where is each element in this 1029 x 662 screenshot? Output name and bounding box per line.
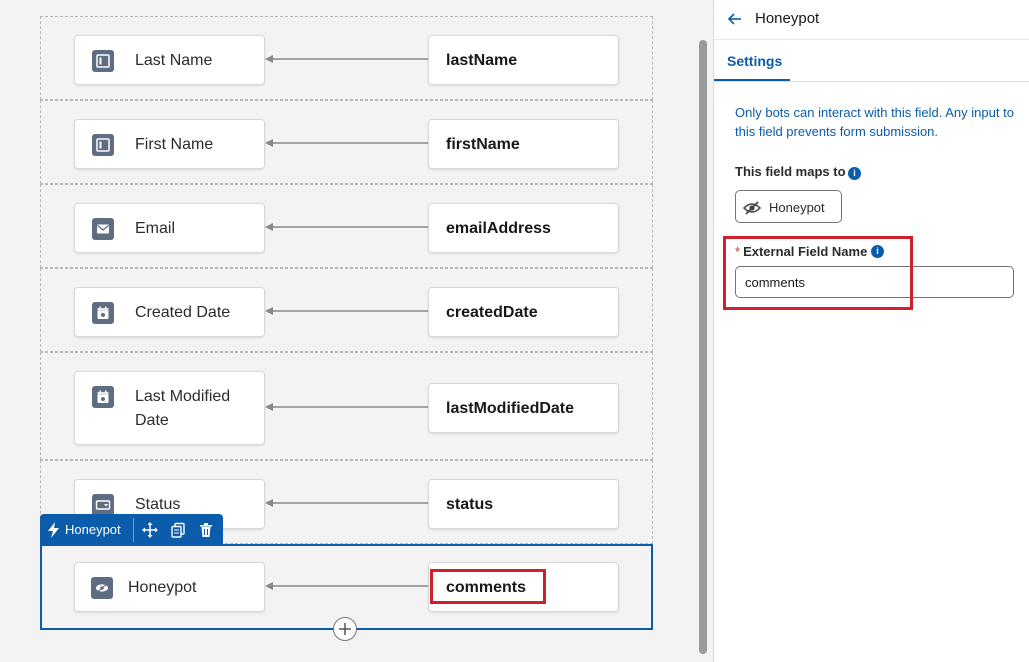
lightning-bolt-icon	[48, 522, 59, 538]
field-label: First Name	[135, 136, 214, 153]
mapped-field-name: lastModifiedDate	[446, 400, 575, 417]
mapped-field-name: firstName	[446, 136, 520, 153]
tab-settings[interactable]: Settings	[714, 42, 790, 82]
field-label: Honeypot	[128, 579, 197, 596]
element-toolbar: Honeypot	[40, 514, 223, 546]
mapped-field-card[interactable]: firstName	[428, 119, 619, 169]
maps-to-label: This field maps to	[735, 164, 846, 179]
mapping-arrow-icon	[265, 223, 428, 231]
mapping-arrow-icon	[265, 582, 428, 590]
mapped-field-card[interactable]: lastName	[428, 35, 619, 85]
panel-title: Honeypot	[755, 10, 820, 27]
mapping-arrow-icon	[265, 139, 428, 147]
mapping-arrow-icon	[265, 55, 428, 63]
mapping-row[interactable]: Created Date createdDate	[40, 268, 653, 352]
copy-icon[interactable]	[170, 522, 186, 538]
mapped-field-name: createdDate	[446, 304, 538, 321]
mapping-row[interactable]: Email emailAddress	[40, 184, 653, 268]
mapped-field-name: lastName	[446, 52, 518, 69]
info-icon[interactable]: i	[848, 167, 861, 180]
mapping-arrow-icon	[265, 403, 428, 411]
toolbar-divider	[133, 518, 134, 542]
calendar-icon	[92, 386, 114, 408]
text-field-icon	[92, 134, 114, 156]
mapping-arrow-icon	[265, 499, 428, 507]
mapped-field-name: status	[446, 496, 494, 513]
mapping-arrow-icon	[265, 307, 428, 315]
field-label: Created Date	[135, 304, 231, 321]
field-description: Only bots can interact with this field. …	[735, 105, 1014, 139]
mapping-row[interactable]: Last Modified Date lastModifiedDate	[40, 352, 653, 460]
toolbar-label: Honeypot	[65, 522, 121, 537]
maps-to-value: Honeypot	[769, 200, 825, 215]
mapped-field-card[interactable]: status	[428, 479, 619, 529]
field-card[interactable]: First Name	[74, 119, 265, 169]
highlight-box	[430, 569, 546, 604]
field-label: Status	[135, 496, 181, 513]
field-card[interactable]: Email	[74, 203, 265, 253]
mapped-field-name: emailAddress	[446, 220, 551, 237]
mapped-field-card[interactable]: createdDate	[428, 287, 619, 337]
plus-icon	[339, 623, 351, 635]
tab-divider	[714, 81, 1029, 82]
field-card[interactable]: Last Modified Date	[74, 371, 265, 445]
add-element-button[interactable]	[333, 617, 357, 641]
field-label: Email	[135, 220, 176, 237]
mapped-field-card[interactable]: emailAddress	[428, 203, 619, 253]
canvas-scrollbar-thumb[interactable]	[699, 40, 707, 654]
mapping-row[interactable]: First Name firstName	[40, 100, 653, 184]
field-label: Last Name	[135, 52, 213, 69]
form-canvas: Last Name lastName First Name firstName …	[0, 0, 696, 662]
email-icon	[92, 218, 114, 240]
back-arrow-icon[interactable]	[727, 11, 743, 27]
mapping-row[interactable]: Last Name lastName	[40, 16, 653, 100]
maps-to-chip: Honeypot	[735, 190, 842, 223]
picklist-icon	[92, 494, 114, 516]
field-card[interactable]: Honeypot	[74, 562, 265, 612]
field-label: Last Modified Date	[135, 388, 231, 429]
move-icon[interactable]	[142, 522, 158, 538]
hidden-eye-icon	[91, 577, 113, 599]
mapped-field-card[interactable]: lastModifiedDate	[428, 383, 619, 433]
text-field-icon	[92, 50, 114, 72]
tab-label: Settings	[727, 53, 783, 69]
hidden-eye-icon	[743, 201, 761, 215]
field-card[interactable]: Last Name	[74, 35, 265, 85]
trash-icon[interactable]	[198, 522, 214, 538]
highlight-box	[723, 236, 913, 310]
panel-header: Honeypot	[714, 0, 1029, 40]
properties-panel: Honeypot Settings Only bots can interact…	[713, 0, 1029, 662]
field-card[interactable]: Created Date	[74, 287, 265, 337]
calendar-icon	[92, 302, 114, 324]
